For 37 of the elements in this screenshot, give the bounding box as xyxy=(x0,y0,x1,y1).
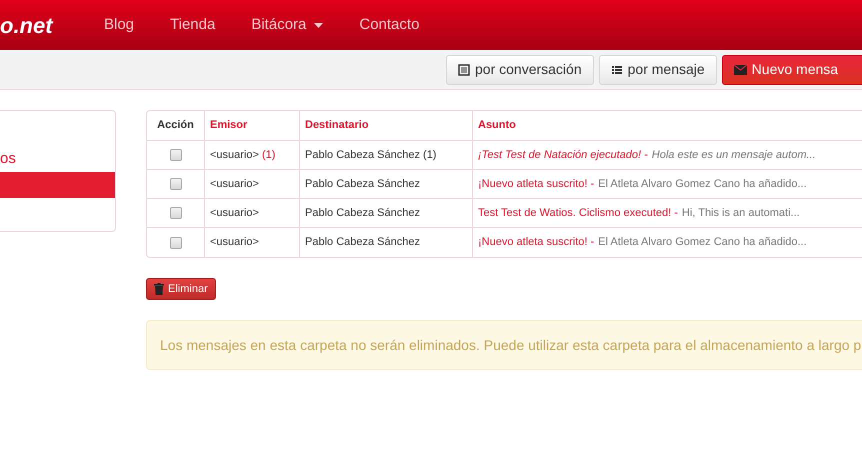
message-subject[interactable]: ¡Nuevo atleta suscrito! - El Atleta Alvaro Gomez Cano ha añadido... xyxy=(478,234,807,251)
message-subject[interactable]: ¡Test Test de Natación ejecutado! - Hola este es un mensaje autom... xyxy=(478,146,816,164)
table-cell-text: Pablo Cabeza Sánchez xyxy=(305,206,420,221)
message-subject[interactable]: ¡Nuevo atleta suscrito! - El Atleta Alvaro Gomez Cano ha añadido... xyxy=(478,176,807,192)
table-cell-text: <usuario> xyxy=(210,235,259,250)
nav-link[interactable]: Tienda xyxy=(170,14,216,36)
message-subject[interactable]: Test Test de Watios. Ciclismo executed! - Hi, This is an automati... xyxy=(478,204,800,222)
checkbox[interactable] xyxy=(170,149,182,161)
nav-link[interactable]: Blog xyxy=(104,14,134,36)
caret-icon xyxy=(314,22,324,28)
column-header: Acción xyxy=(157,118,194,134)
checkbox[interactable] xyxy=(170,178,182,190)
table-cell-text: <usuario> xyxy=(210,176,259,192)
view-button[interactable]: por mensaje xyxy=(598,54,717,84)
table-cell-text: Pablo Cabeza Sánchez xyxy=(305,235,420,250)
trash-icon xyxy=(154,283,164,295)
column-header: Emisor xyxy=(210,118,248,134)
table-cell-text: Pablo Cabeza Sánchez (1) xyxy=(305,148,436,163)
logo[interactable]: o.net xyxy=(0,8,104,42)
column-header: Destinatario xyxy=(305,118,369,134)
checkbox[interactable] xyxy=(170,207,182,219)
alert-text: Los mensajes en esta carpeta no serán eliminados. Puede utilizar esta carpeta para el almacenamiento a largo p xyxy=(160,336,862,355)
column-header: Asunto xyxy=(478,118,516,134)
table-cell-text: <usuario> xyxy=(210,206,259,221)
list-icon xyxy=(610,64,623,76)
nav-link[interactable]: Bitácora xyxy=(251,14,324,36)
table-cell-text: <usuario> xyxy=(210,148,259,163)
checkbox[interactable] xyxy=(170,236,182,248)
view-button[interactable]: por conversación xyxy=(446,54,594,84)
nav-link[interactable]: Contacto xyxy=(359,14,420,36)
table-icon xyxy=(458,64,470,76)
sidebar-item[interactable]: os xyxy=(0,146,115,172)
table-cell-text: Pablo Cabeza Sánchez xyxy=(305,176,420,192)
envelope-icon xyxy=(734,64,747,74)
new-message-button[interactable]: Nuevo mensa xyxy=(722,54,862,84)
delete-button[interactable]: Eliminar xyxy=(146,278,216,300)
unread-count: (1) xyxy=(262,148,276,163)
